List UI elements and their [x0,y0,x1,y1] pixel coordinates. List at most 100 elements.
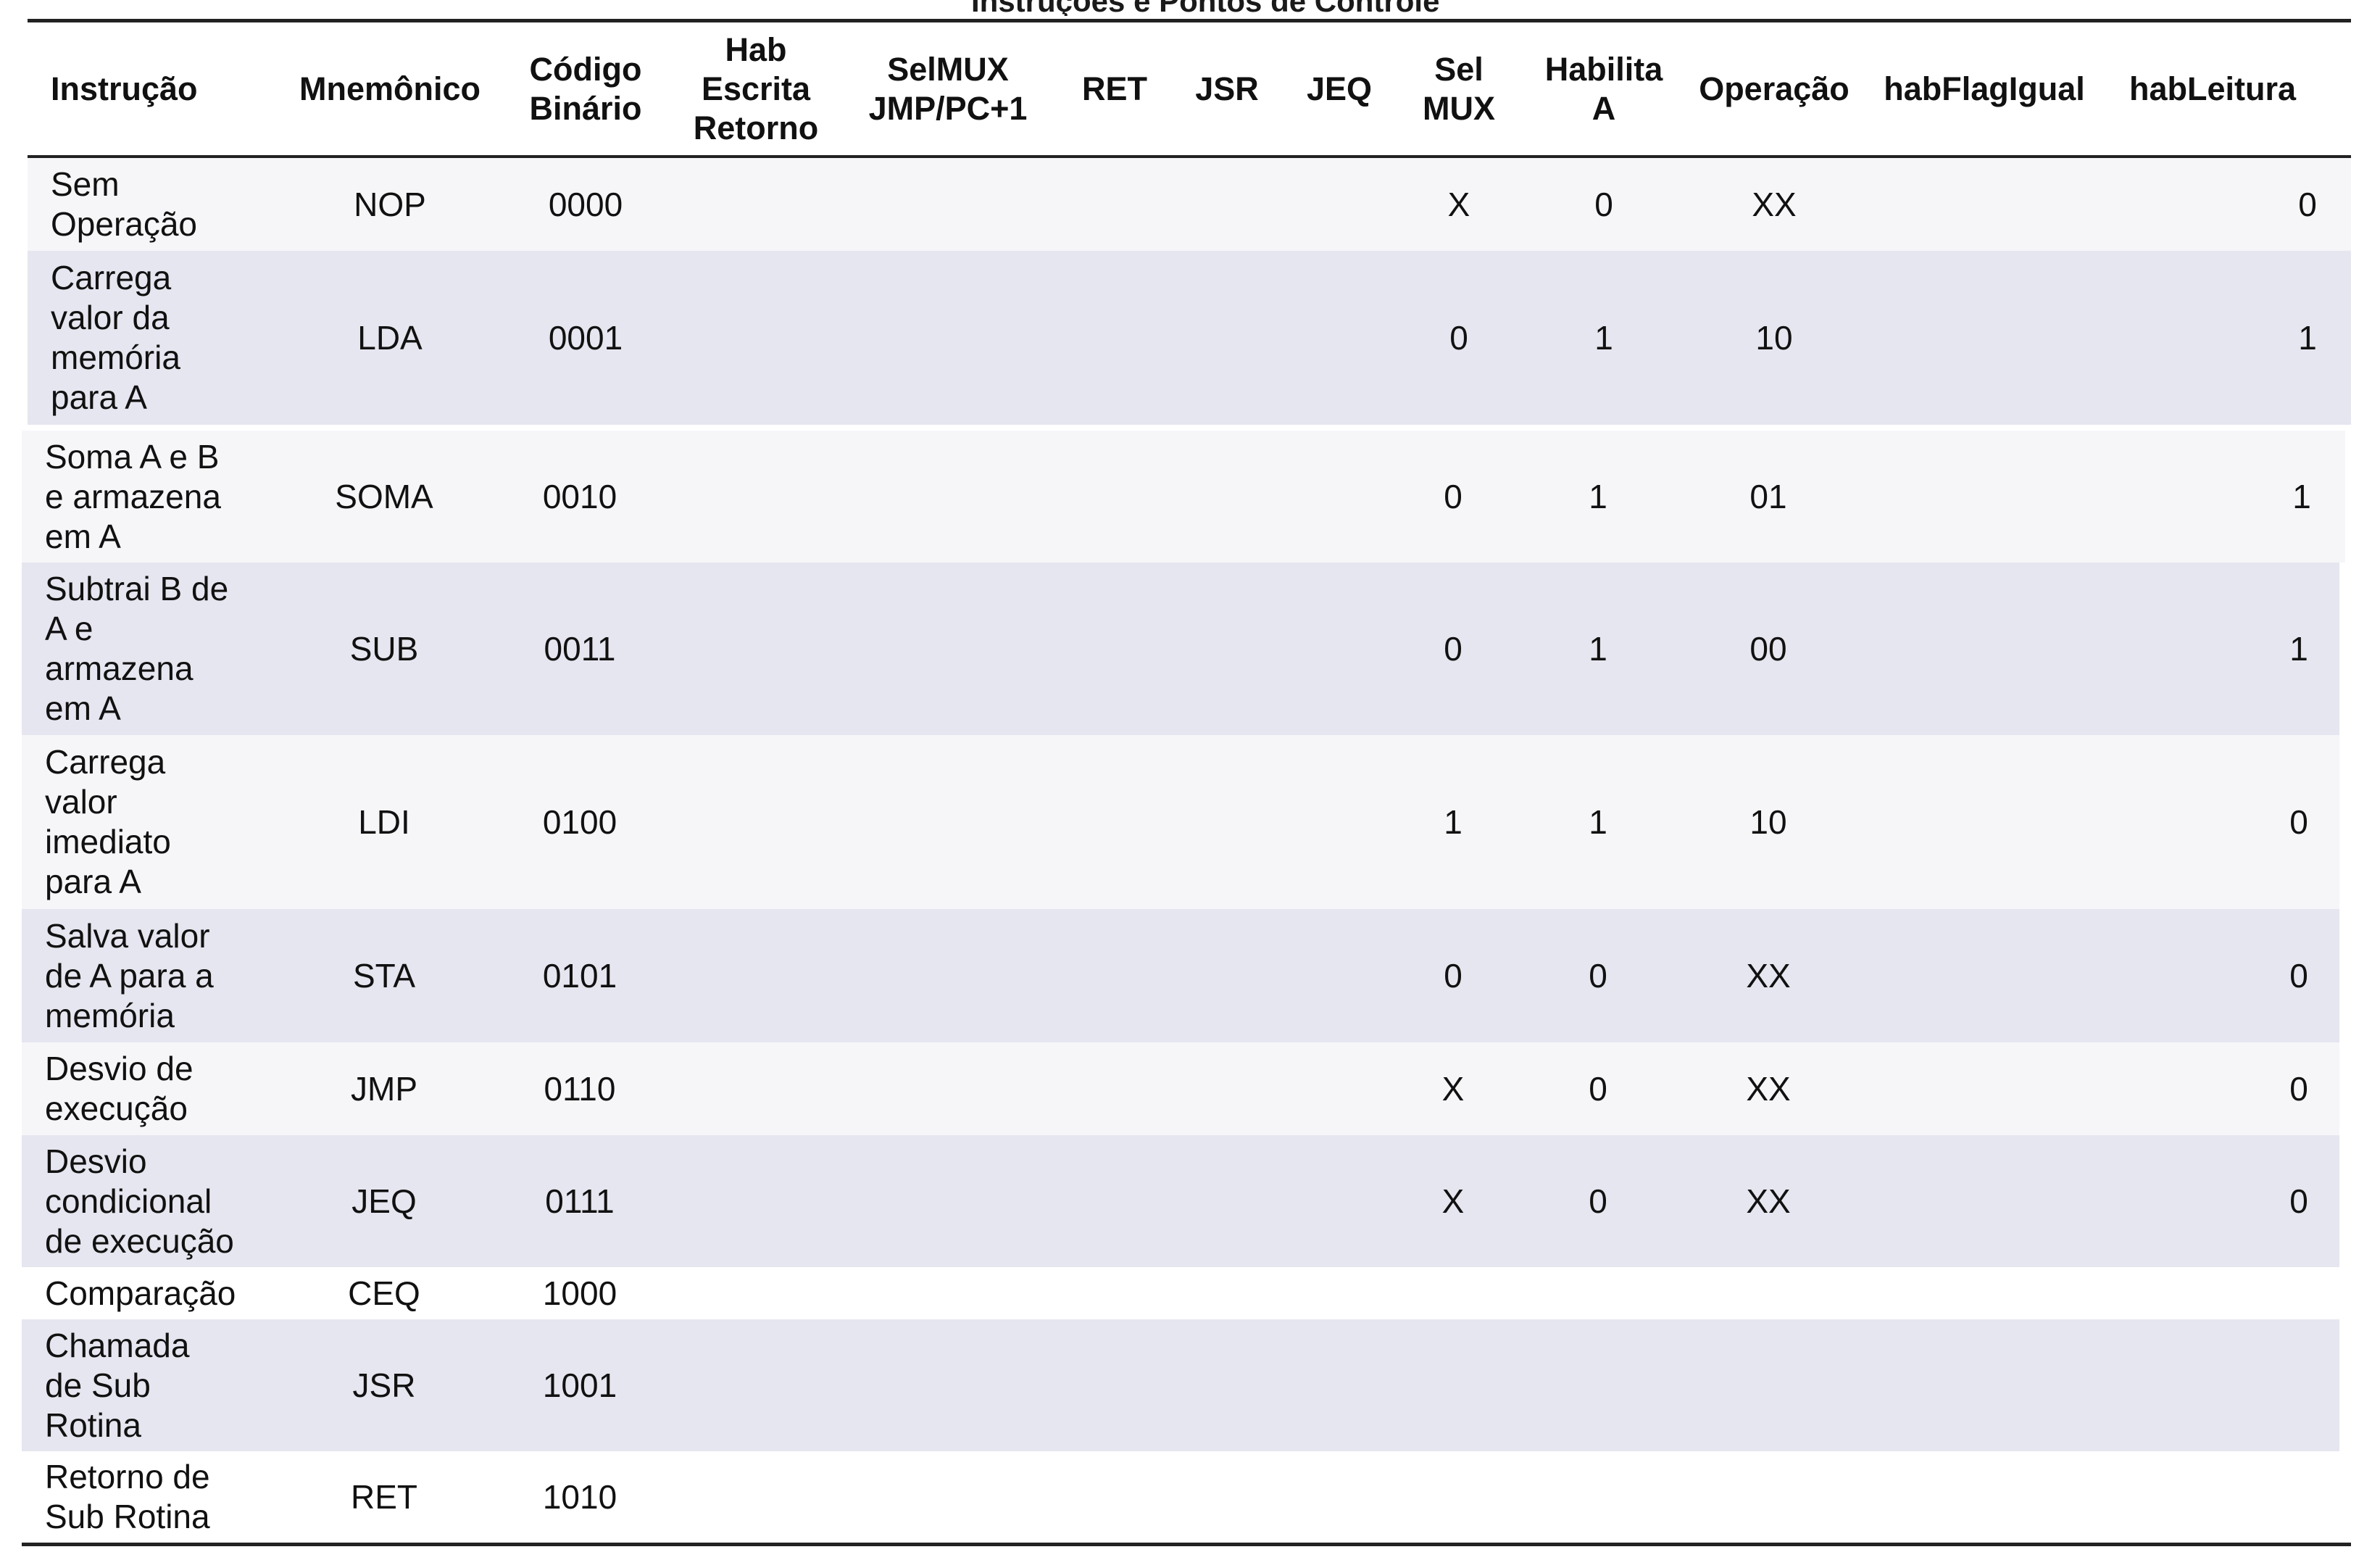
cell-jsr [1167,1319,1276,1451]
table-body: Sem Operação NOP 0000 X 0 XX 0 Carrega v… [0,0,2380,1560]
cell-jsr [1173,158,1281,251]
cell-hab-flag-igual [1855,1267,2102,1319]
cell-hab-flag-igual [1855,1042,2102,1135]
cell-operacao: XX [1746,1069,1791,1108]
cell-instrucao: Comparação [45,1274,236,1312]
cell-codigo: 1010 [542,1477,617,1516]
cell-sel-mux: X [1447,185,1470,223]
cell-ret [1051,1135,1167,1267]
cell-hab-escrita-retorno [667,431,833,563]
cell-habilita-a: 0 [1589,1182,1607,1220]
cell-selmux-jmp [833,909,1051,1042]
cell-codigo: 1000 [542,1274,617,1312]
cell-sel-mux: X [1441,1182,1465,1220]
table-row: Comparação CEQ 1000 [22,1267,2339,1319]
table-row: Chamada de Sub Rotina JSR 1001 [22,1319,2339,1451]
cell-hab-leitura [2258,1451,2339,1543]
table-row: Subtrai B de A e armazena em A SUB 0011 … [22,563,2339,735]
cell-hab-leitura [2258,1319,2339,1451]
cell-hab-flag-igual [1855,735,2102,909]
table-row: Carrega valor imediato para A LDI 0100 1… [22,735,2339,909]
cell-instrucao: Chamada de Sub Rotina [45,1326,190,1444]
cell-codigo: 0100 [542,802,617,841]
cell-sel-mux: 0 [1444,956,1462,995]
table-row: Salva valor de A para a memória STA 0101… [22,909,2339,1042]
cell-habilita-a: 0 [1589,956,1607,995]
cell-codigo: 0111 [545,1182,615,1220]
cell-jeq [1276,1042,1391,1135]
cell-jsr [1167,1042,1276,1135]
cell-hab-escrita-retorno [667,735,833,909]
cell-selmux-jmp [833,1135,1051,1267]
cell-ret [1051,563,1167,735]
cell-sel-mux [1391,1319,1515,1451]
cell-habilita-a: 0 [1589,1069,1607,1108]
cell-selmux-jmp [833,1451,1051,1543]
cell-hab-flag-igual [1855,909,2102,1042]
table-row: Desvio de execução JMP 0110 X 0 XX 0 [22,1042,2339,1135]
cell-operacao [1681,1451,1855,1543]
cell-jsr [1167,1267,1276,1319]
cell-jeq [1276,1267,1391,1319]
table-row: Desvio condicional de execução JEQ 0111 … [22,1135,2339,1267]
cell-hab-leitura: 1 [2292,477,2311,515]
cell-codigo: 1001 [542,1366,617,1404]
cell-codigo: 0101 [542,956,617,995]
cell-operacao: 10 [1755,318,1793,357]
cell-codigo: 0110 [544,1069,616,1108]
cell-mnemonico: LDI [358,802,410,841]
cell-hab-flag-igual [1855,431,2102,563]
cell-mnemonico: SOMA [335,477,433,515]
cell-jsr [1167,563,1276,735]
cell-hab-leitura: 0 [2289,956,2308,995]
cell-hab-leitura: 0 [2298,185,2317,223]
cell-hab-escrita-retorno [667,1319,833,1451]
cell-sel-mux: 1 [1444,802,1462,841]
cell-mnemonico: SUB [349,629,419,668]
cell-ret [1051,1319,1167,1451]
cell-mnemonico: JEQ [351,1182,417,1220]
cell-hab-flag-igual [1855,1451,2102,1543]
cell-sel-mux [1391,1451,1515,1543]
cell-hab-leitura [2258,1267,2339,1319]
cell-jeq [1281,158,1397,251]
cell-selmux-jmp [833,431,1051,563]
cell-mnemonico: LDA [357,318,423,357]
cell-codigo: 0011 [544,629,616,668]
cell-instrucao: Sem Operação [51,165,198,243]
cell-ret [1051,1042,1167,1135]
cell-operacao: 01 [1749,477,1787,515]
cell-hab-flag-igual [1861,158,2108,251]
cell-sel-mux [1391,1267,1515,1319]
cell-hab-escrita-retorno [667,563,833,735]
cell-hab-flag-igual [1855,563,2102,735]
cell-ret [1051,1451,1167,1543]
cell-ret [1057,251,1173,425]
cell-ret [1051,431,1167,563]
cell-habilita-a: 1 [1589,629,1607,668]
cell-instrucao: Desvio de execução [45,1050,194,1127]
cell-hab-flag-igual [1855,1135,2102,1267]
cell-jeq [1276,909,1391,1042]
cell-operacao: 10 [1749,802,1787,841]
cell-jeq [1276,735,1391,909]
cell-selmux-jmp [833,1319,1051,1451]
table-row: Carrega valor da memória para A LDA 0001… [28,251,2351,425]
cell-hab-leitura: 1 [2289,629,2308,668]
cell-hab-escrita-retorno [667,1267,833,1319]
cell-codigo: 0001 [548,318,623,357]
cell-habilita-a: 1 [1589,477,1607,515]
table-row: Sem Operação NOP 0000 X 0 XX 0 [28,158,2351,251]
cell-instrucao: Carrega valor imediato para A [45,743,171,900]
cell-habilita-a: 0 [1594,185,1613,223]
cell-instrucao: Salva valor de A para a memória [45,916,214,1034]
cell-ret [1051,909,1167,1042]
cell-jsr [1173,251,1281,425]
cell-instrucao: Desvio condicional de execução [45,1142,234,1260]
cell-jsr [1167,1135,1276,1267]
cell-jeq [1276,1451,1391,1543]
cell-jeq [1276,1135,1391,1267]
cell-operacao [1681,1267,1855,1319]
cell-jeq [1276,431,1391,563]
cell-mnemonico: RET [351,1477,417,1516]
